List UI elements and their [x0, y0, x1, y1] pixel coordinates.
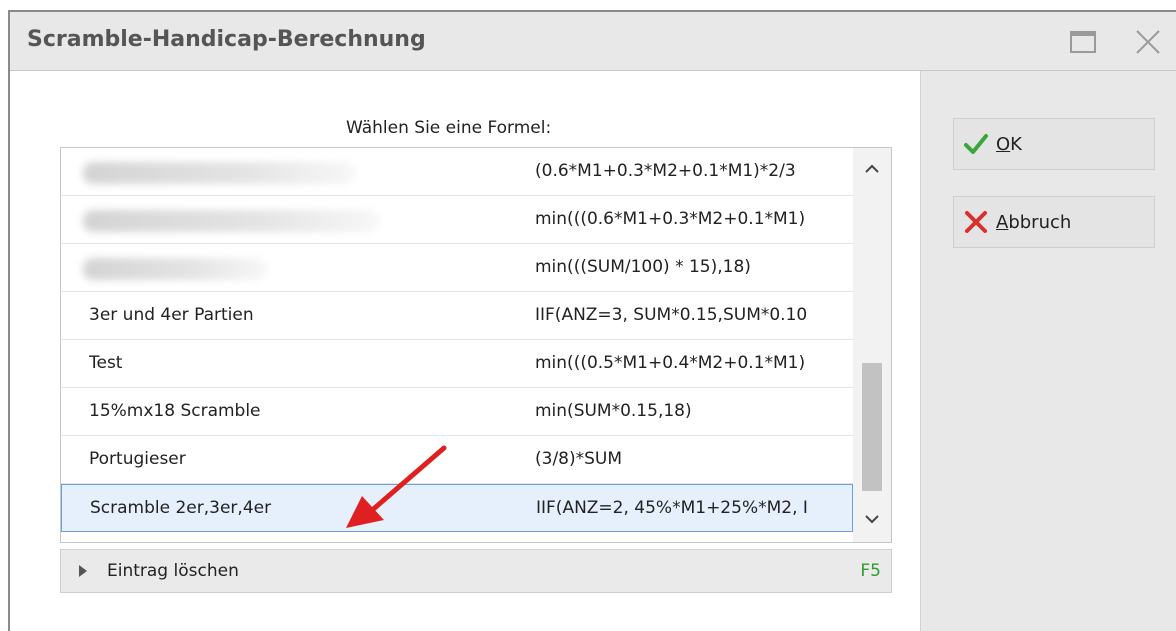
cancel-button[interactable]: Abbruch	[953, 196, 1155, 248]
formula-prompt: Wählen Sie eine Formel:	[346, 118, 552, 138]
row-formula: min(((0.5*M1+0.4*M2+0.1*M1)	[535, 353, 806, 373]
row-formula: min(SUM*0.15,18)	[535, 401, 692, 421]
row-formula: min(((SUM/100) * 15),18)	[535, 257, 751, 277]
table-row[interactable]: 3er und 4er Partien IIF(ANZ=3, SUM*0.15,S…	[61, 292, 853, 340]
row-formula: IIF(ANZ=2, 45%*M1+25%*M2, I	[536, 498, 808, 518]
formula-list[interactable]: (0.6*M1+0.3*M2+0.1*M1)*2/3 min(((0.6*M1+0…	[60, 147, 892, 543]
row-formula: (0.6*M1+0.3*M2+0.1*M1)*2/3	[535, 161, 796, 181]
vertical-scrollbar[interactable]	[853, 148, 891, 542]
row-name: 15%mx18 Scramble	[89, 401, 261, 421]
ok-button[interactable]: OK	[953, 118, 1155, 170]
delete-shortcut-key: F5	[860, 561, 881, 581]
action-pane: OK Abbruch	[920, 71, 1176, 631]
dialog-title: Scramble-Handicap-Berechnung	[27, 27, 426, 52]
ok-accelerator: O	[996, 133, 1011, 155]
cross-icon	[965, 211, 987, 233]
checkmark-icon	[964, 134, 988, 154]
scramble-handicap-dialog: Scramble-Handicap-Berechnung Wählen Sie …	[8, 10, 1176, 631]
table-row[interactable]: (0.6*M1+0.3*M2+0.1*M1)*2/3	[61, 148, 853, 196]
row-name: 3er und 4er Partien	[89, 305, 254, 325]
delete-entry-expander[interactable]: Eintrag löschen F5	[60, 549, 892, 593]
ok-label-rest: K	[1010, 133, 1022, 155]
row-name: Portugieser	[89, 449, 186, 469]
redacted-name	[83, 258, 267, 280]
row-formula: min(((0.6*M1+0.3*M2+0.1*M1)	[535, 209, 806, 229]
row-formula: IIF(ANZ=3, SUM*0.15,SUM*0.10	[535, 305, 808, 325]
table-row[interactable]: Test min(((0.5*M1+0.4*M2+0.1*M1)	[61, 340, 853, 388]
scroll-up-icon[interactable]	[857, 154, 887, 184]
table-row[interactable]: min(((SUM/100) * 15),18)	[61, 244, 853, 292]
cancel-accelerator: A	[996, 211, 1009, 233]
annotation-arrow-icon	[346, 445, 447, 528]
scroll-down-icon[interactable]	[857, 504, 887, 534]
expand-triangle-icon	[79, 565, 87, 577]
maximize-icon[interactable]	[1067, 26, 1099, 58]
redacted-name	[83, 162, 355, 184]
ok-label: OK	[996, 134, 1022, 155]
redacted-name	[83, 210, 379, 232]
close-icon[interactable]	[1132, 26, 1164, 58]
table-row[interactable]: min(((0.6*M1+0.3*M2+0.1*M1)	[61, 196, 853, 244]
table-row[interactable]: 15%mx18 Scramble min(SUM*0.15,18)	[61, 388, 853, 436]
title-bar: Scramble-Handicap-Berechnung	[10, 12, 1176, 71]
delete-entry-label: Eintrag löschen	[107, 561, 239, 581]
row-formula: (3/8)*SUM	[535, 449, 623, 469]
cancel-label: Abbruch	[996, 212, 1071, 233]
cancel-label-rest: bbruch	[1008, 211, 1072, 233]
row-name: Scramble 2er,3er,4er	[90, 498, 272, 518]
scrollbar-thumb[interactable]	[862, 363, 882, 491]
row-name: Test	[89, 353, 123, 373]
